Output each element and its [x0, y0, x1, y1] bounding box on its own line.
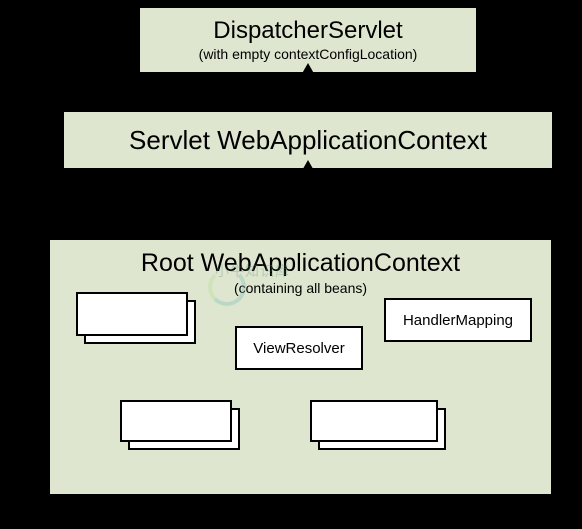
servlet-wac-title: Servlet WebApplicationContext — [129, 126, 487, 155]
arrow-servlet-to-root — [307, 172, 310, 236]
root-wac-subtitle: (containing all beans) — [234, 280, 367, 296]
repositories-bean-box: Repositories — [318, 408, 446, 450]
dispatcher-subtitle: (with empty contextConfigLocation) — [199, 46, 418, 62]
viewresolver-bean-box: ViewResolver — [235, 326, 363, 370]
handlermapping-bean-box: HandlerMapping — [384, 298, 532, 342]
repositories-back — [310, 400, 438, 442]
root-wac-title: Root WebApplicationContext — [141, 250, 460, 278]
arrow-dispatcher-to-servlet — [307, 75, 310, 108]
dispatcher-title: DispatcherServlet — [213, 18, 402, 44]
services-back — [120, 400, 232, 442]
controllers-bean-box: Controllers — [84, 300, 196, 344]
arrow-head-2 — [300, 160, 316, 174]
arrow-head-1 — [300, 63, 316, 77]
services-bean-box: Services — [128, 408, 240, 450]
controllers-back — [76, 292, 188, 336]
